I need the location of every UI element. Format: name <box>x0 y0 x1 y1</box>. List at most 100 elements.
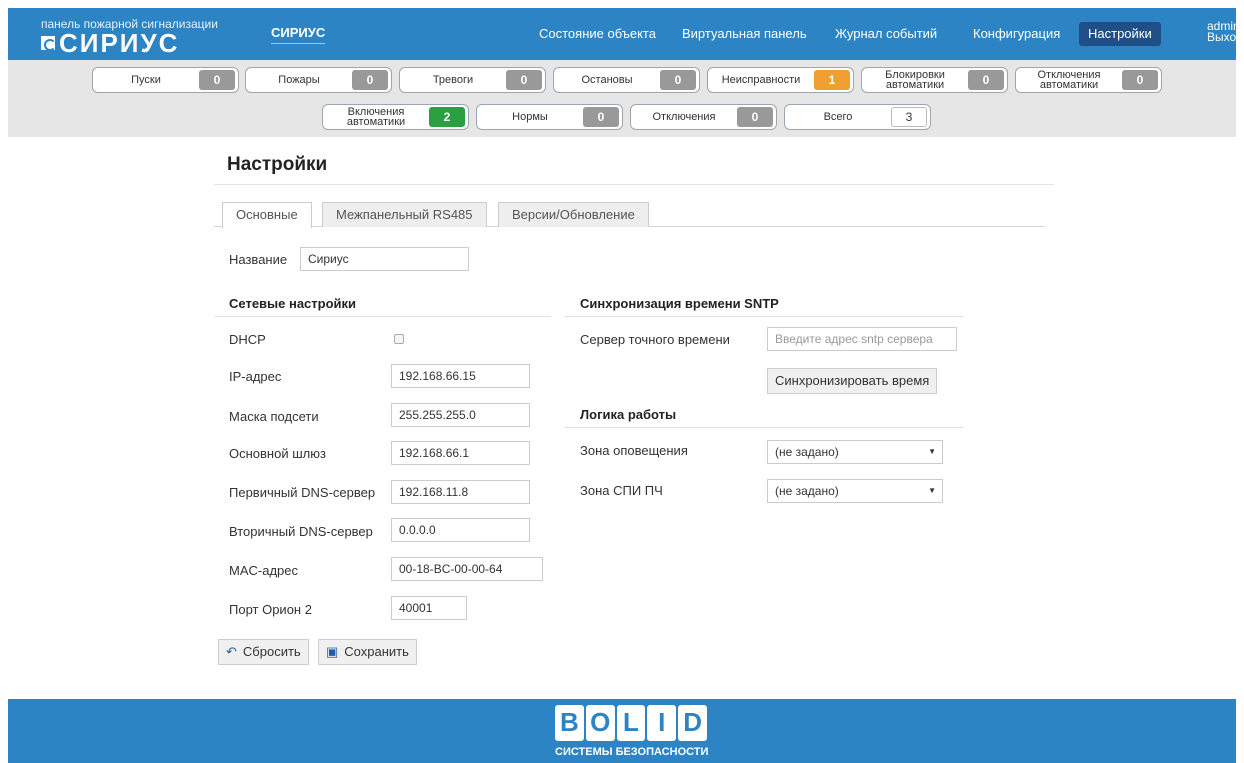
counter-label: Пожары <box>278 74 320 86</box>
device-name[interactable]: СИРИУС <box>271 25 326 44</box>
bolid-tagline: СИСТЕМЫ БЕЗОПАСНОСТИ <box>555 746 709 758</box>
mac-label: MAC-адрес <box>229 563 298 578</box>
counter-value: 0 <box>199 70 235 90</box>
bolid-letter: D <box>678 705 707 741</box>
nav-configuration[interactable]: Конфигурация <box>964 22 1069 46</box>
counter-label: Неисправности <box>721 74 801 86</box>
counter-faults[interactable]: Неисправности 1 <box>707 67 854 93</box>
alert-zone-value: (не задано) <box>775 445 839 459</box>
undo-icon: ↶ <box>226 644 237 659</box>
counter-value: 0 <box>1122 70 1158 90</box>
network-section-title: Сетевые настройки <box>229 296 357 311</box>
dns2-input[interactable]: 0.0.0.0 <box>391 518 530 542</box>
logic-section-title: Логика работы <box>580 407 677 422</box>
network-divider <box>214 316 551 317</box>
bolid-letter: O <box>585 705 615 741</box>
counter-value: 0 <box>506 70 542 90</box>
gateway-label: Основной шлюз <box>229 446 326 461</box>
spi-zone-select[interactable]: (не задано) ▼ <box>767 479 943 503</box>
dropdown-arrow-icon: ▼ <box>928 486 936 495</box>
dhcp-checkbox[interactable] <box>394 334 404 344</box>
counter-label: Включения автоматики <box>346 106 406 128</box>
sntp-server-input[interactable]: Введите адрес sntp сервера <box>767 327 957 351</box>
sync-time-button[interactable]: Синхронизировать время <box>767 368 938 394</box>
port-input[interactable]: 40001 <box>391 596 467 620</box>
reset-button[interactable]: ↶ Сбросить <box>218 639 309 665</box>
dhcp-label: DHCP <box>229 332 266 347</box>
tab-versions[interactable]: Версии/Обновление <box>498 202 649 227</box>
mask-label: Маска подсети <box>229 409 319 424</box>
logo-mark-icon <box>41 36 56 51</box>
title-divider <box>214 184 1054 185</box>
counter-value: 1 <box>814 70 850 90</box>
counter-value: 2 <box>429 107 465 127</box>
sntp-section-title: Синхронизация времени SNTP <box>580 296 779 311</box>
mac-input[interactable]: 00-18-BC-00-00-64 <box>391 557 543 581</box>
counter-value: 0 <box>583 107 619 127</box>
bolid-letter: B <box>555 705 584 741</box>
counter-label: Пуски <box>131 74 161 86</box>
tab-rs485[interactable]: Межпанельный RS485 <box>322 202 487 227</box>
nav-settings[interactable]: Настройки <box>1079 22 1161 46</box>
counter-alarms[interactable]: Тревоги 0 <box>399 67 546 93</box>
counter-label: Тревоги <box>432 74 474 86</box>
counter-automation-on[interactable]: Включения автоматики 2 <box>322 104 469 130</box>
page-title: Настройки <box>227 154 328 175</box>
counter-automation-off[interactable]: Отключения автоматики 0 <box>1015 67 1162 93</box>
counter-label: Отключения автоматики <box>1037 69 1101 91</box>
counter-starts[interactable]: Пуски 0 <box>92 67 239 93</box>
bolid-letter: L <box>616 705 646 741</box>
sntp-divider <box>565 316 963 317</box>
top-navigation-bar: панель пожарной сигнализации СИРИУС СИРИ… <box>8 8 1243 60</box>
counter-value: 0 <box>737 107 773 127</box>
save-button[interactable]: ▣ Сохранить <box>318 639 417 665</box>
spi-zone-value: (не задано) <box>775 484 839 498</box>
logout-link[interactable]: Выход <box>1207 31 1243 43</box>
counter-value: 0 <box>352 70 388 90</box>
mask-input[interactable]: 255.255.255.0 <box>391 403 530 427</box>
nav-event-log[interactable]: Журнал событий <box>826 22 946 46</box>
counter-stops[interactable]: Остановы 0 <box>553 67 700 93</box>
counter-label: Блокировки автоматики <box>885 69 945 91</box>
counter-label: Отключения <box>652 111 716 123</box>
reset-label: Сбросить <box>242 644 301 659</box>
sync-time-label: Синхронизировать время <box>775 373 930 388</box>
bolid-logo: B O L I D <box>555 705 707 741</box>
counter-label: Остановы <box>581 74 633 86</box>
counter-fires[interactable]: Пожары 0 <box>245 67 392 93</box>
nav-object-state[interactable]: Состояние объекта <box>530 22 665 46</box>
floppy-disk-icon: ▣ <box>326 644 339 659</box>
name-label: Название <box>229 252 288 267</box>
logic-divider <box>565 427 963 428</box>
sirius-logo[interactable]: СИРИУС <box>41 30 179 56</box>
ip-label: IP-адрес <box>229 369 282 384</box>
dropdown-arrow-icon: ▼ <box>928 447 936 456</box>
tab-general[interactable]: Основные <box>222 202 312 228</box>
spi-zone-label: Зона СПИ ПЧ <box>580 483 663 498</box>
dns1-input[interactable]: 192.168.11.8 <box>391 480 530 504</box>
save-label: Сохранить <box>344 644 409 659</box>
counters-bar: Пуски 0 Пожары 0 Тревоги 0 Остановы 0 Не… <box>8 60 1236 137</box>
user-menu: admin Выход <box>1207 20 1243 43</box>
bolid-letter: I <box>647 705 677 741</box>
ip-input[interactable]: 192.168.66.15 <box>391 364 530 388</box>
counter-label: Всего <box>823 111 853 123</box>
counter-automation-blocks[interactable]: Блокировки автоматики 0 <box>861 67 1008 93</box>
dns1-label: Первичный DNS-сервер <box>229 485 376 500</box>
nav-virtual-panel[interactable]: Виртуальная панель <box>673 22 816 46</box>
logo-text: СИРИУС <box>59 28 180 58</box>
counter-label: Нормы <box>512 111 548 123</box>
port-label: Порт Орион 2 <box>229 602 312 617</box>
gateway-input[interactable]: 192.168.66.1 <box>391 441 530 465</box>
counter-disabled[interactable]: Отключения 0 <box>630 104 777 130</box>
counter-total[interactable]: Всего 3 <box>784 104 931 130</box>
sntp-server-label: Сервер точного времени <box>580 332 730 347</box>
name-input[interactable]: Сириус <box>300 247 469 271</box>
alert-zone-label: Зона оповещения <box>580 443 688 458</box>
alert-zone-select[interactable]: (не задано) ▼ <box>767 440 943 464</box>
counter-value: 0 <box>968 70 1004 90</box>
dns2-label: Вторичный DNS-сервер <box>229 524 373 539</box>
counter-value: 3 <box>891 107 927 127</box>
counter-value: 0 <box>660 70 696 90</box>
counter-normal[interactable]: Нормы 0 <box>476 104 623 130</box>
